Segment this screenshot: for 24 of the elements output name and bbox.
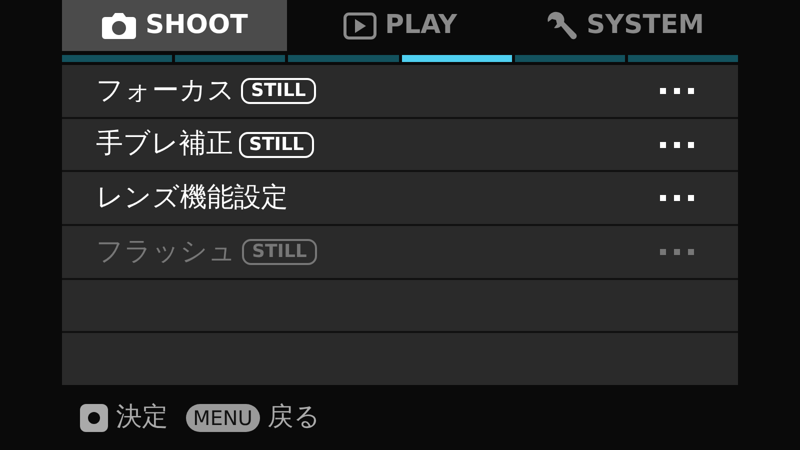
play-icon bbox=[342, 12, 377, 40]
menu-label: フラッシュ bbox=[96, 234, 236, 269]
camera-icon bbox=[101, 12, 138, 40]
more-icon bbox=[660, 195, 694, 202]
menu-label: レンズ機能設定 bbox=[96, 180, 288, 215]
still-badge: STILL bbox=[241, 78, 316, 104]
tab[interactable]: SHOOT bbox=[62, 0, 288, 52]
more-icon bbox=[660, 88, 694, 94]
menu-row[interactable]: レンズ機能設定 bbox=[62, 172, 738, 224]
tab[interactable]: PLAY bbox=[287, 0, 513, 52]
still-badge: STILL bbox=[239, 132, 314, 158]
confirm-label: 決定 bbox=[116, 401, 168, 434]
menu-label: 手ブレ補正 bbox=[96, 127, 233, 162]
wrench-icon bbox=[546, 10, 578, 41]
more-icon bbox=[660, 142, 694, 148]
still-badge: STILL bbox=[242, 238, 317, 265]
back-label: 戻る bbox=[268, 401, 320, 434]
tab[interactable]: SYSTEM bbox=[512, 0, 738, 52]
ok-button-icon bbox=[80, 404, 108, 432]
menu-row[interactable]: フォーカス STILL bbox=[62, 65, 738, 117]
more-icon bbox=[660, 248, 694, 255]
menu-label: フォーカス bbox=[96, 74, 235, 108]
menu-row[interactable]: 手ブレ補正 STILL bbox=[62, 118, 738, 170]
menu-key: MENU bbox=[186, 404, 260, 432]
